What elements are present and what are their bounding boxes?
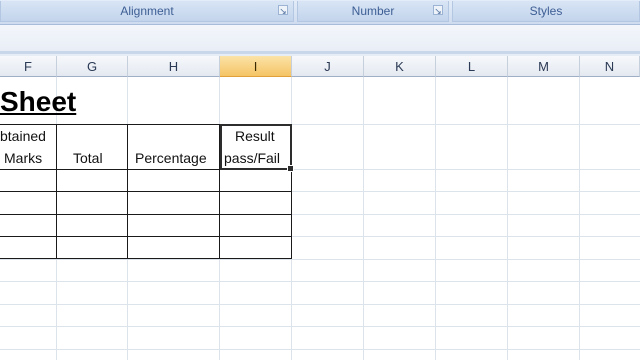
column-header-i[interactable]: I [220, 56, 292, 77]
grid-row-line [0, 326, 640, 327]
column-header-l[interactable]: L [436, 56, 508, 77]
table-border-row [0, 191, 292, 192]
number-group-label: Number [351, 4, 395, 18]
table-border-col [127, 124, 128, 259]
cell-grid[interactable] [0, 77, 640, 360]
column-label: H [168, 58, 179, 74]
column-label: L [467, 58, 476, 74]
column-label: M [538, 58, 549, 74]
grid-row-line [0, 304, 640, 305]
styles-group-label: Styles [529, 4, 563, 18]
column-header-g[interactable]: G [57, 56, 128, 77]
table-border-right [291, 169, 292, 259]
sheet-title: Sheet [0, 86, 77, 117]
column-header-m[interactable]: M [508, 56, 580, 77]
column-header-f[interactable]: F [0, 56, 57, 77]
column-header-h[interactable]: H [128, 56, 220, 77]
table-border-row [0, 236, 292, 237]
column-header-k[interactable]: K [364, 56, 436, 77]
column-label: I [253, 58, 258, 74]
ribbon: Alignment ↘ Number ↘ Styles [0, 0, 640, 25]
ribbon-group-alignment: Alignment [0, 1, 294, 22]
table-border-top [0, 124, 220, 125]
formula-bar-divider [0, 51, 640, 54]
number-launcher-icon[interactable]: ↘ [433, 5, 443, 16]
grid-column-line [579, 77, 580, 360]
column-label: N [604, 58, 615, 74]
active-cell-selection[interactable] [220, 124, 294, 172]
ribbon-group-styles: Styles [452, 1, 640, 22]
header-total: Total [73, 150, 103, 166]
alignment-launcher-icon[interactable]: ↘ [278, 5, 288, 16]
grid-column-line [507, 77, 508, 360]
column-header-n[interactable]: N [580, 56, 640, 77]
table-border-bottom [0, 258, 292, 259]
ribbon-group-number: Number [297, 1, 449, 22]
fill-handle[interactable] [287, 165, 294, 172]
grid-row-line [0, 259, 640, 260]
column-label: F [24, 58, 32, 74]
grid-row-line [0, 349, 640, 350]
table-border-col [56, 124, 57, 259]
column-label: K [395, 58, 404, 74]
grid-row-line [0, 281, 640, 282]
column-label: G [86, 58, 98, 74]
grid-column-line [363, 77, 364, 360]
header-percentage: Percentage [135, 150, 207, 166]
column-header-j[interactable]: J [292, 56, 364, 77]
alignment-group-label: Alignment [120, 4, 174, 18]
formula-bar-area [0, 25, 640, 59]
header-obtained-line2: Marks [4, 150, 43, 166]
grid-column-line [435, 77, 436, 360]
column-label: J [324, 58, 331, 74]
table-border-row [0, 214, 292, 215]
header-obtained-line1: btained [0, 128, 46, 144]
